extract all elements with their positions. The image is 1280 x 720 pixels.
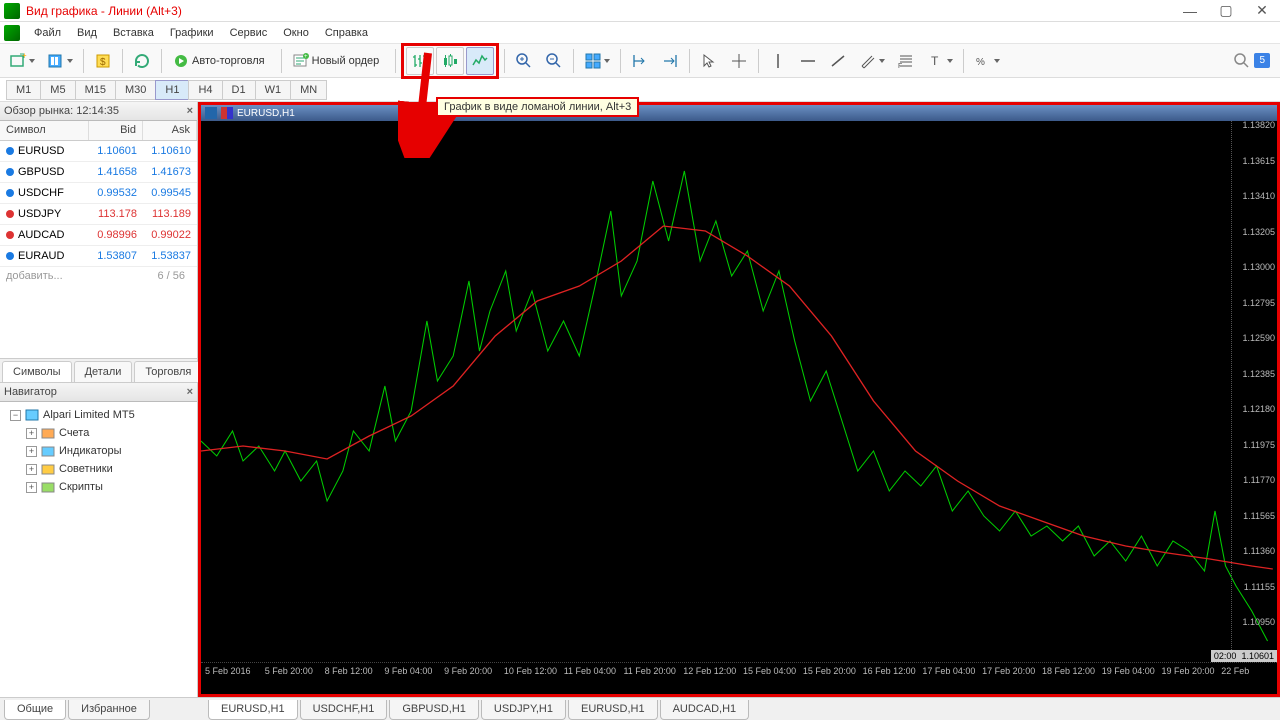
- symbol-row-usdchf[interactable]: USDCHF0.995320.99545: [0, 183, 197, 204]
- mw-tab-1[interactable]: Детали: [74, 361, 133, 382]
- new-chart-button[interactable]: +: [4, 47, 40, 75]
- col-ask[interactable]: Ask: [143, 121, 197, 140]
- profiles-button[interactable]: [42, 47, 78, 75]
- mw-tab-2[interactable]: Торговля: [134, 361, 202, 382]
- svg-text:T: T: [931, 54, 939, 68]
- menu-charts[interactable]: Графики: [162, 24, 222, 42]
- menu-tools[interactable]: Сервис: [222, 24, 276, 42]
- svg-text:+: +: [22, 52, 27, 60]
- col-symbol[interactable]: Символ: [0, 121, 89, 140]
- line-chart-button[interactable]: [466, 47, 494, 75]
- symbol-count: 6 / 56: [157, 270, 191, 285]
- nav-root[interactable]: − Alpari Limited MT5: [4, 406, 193, 424]
- navigator-panel: Навигатор × − Alpari Limited MT5 +Счета+…: [0, 382, 197, 697]
- vertical-line-button[interactable]: [764, 47, 792, 75]
- chart-canvas[interactable]: 1.138201.136151.134101.132051.130001.127…: [201, 121, 1277, 662]
- trend-line-button[interactable]: [824, 47, 852, 75]
- auto-trading-button[interactable]: Авто-торговля: [167, 47, 276, 75]
- menu-window[interactable]: Окно: [275, 24, 317, 42]
- maximize-button[interactable]: ▢: [1208, 0, 1244, 22]
- fibonacci-button[interactable]: F: [892, 47, 920, 75]
- window-title: Вид графика - Линии (Alt+3): [24, 4, 1172, 18]
- cursor-button[interactable]: [695, 47, 723, 75]
- timeframe-mn[interactable]: MN: [290, 80, 327, 100]
- menu-insert[interactable]: Вставка: [105, 24, 162, 42]
- menu-file[interactable]: Файл: [26, 24, 69, 42]
- app-icon: [4, 3, 20, 19]
- symbol-row-eurusd[interactable]: EURUSD1.106011.10610: [0, 141, 197, 162]
- chart-tab-1[interactable]: USDCHF,H1: [300, 700, 388, 720]
- chart-tab-0[interactable]: EURUSD,H1: [208, 700, 298, 720]
- price-tag: 1.10601: [1241, 651, 1274, 661]
- x-axis: 5 Feb 20165 Feb 20:008 Feb 12:009 Feb 04…: [201, 662, 1277, 678]
- nav-item-0[interactable]: +Счета: [4, 424, 193, 442]
- timeframe-w1[interactable]: W1: [255, 80, 292, 100]
- tooltip: График в виде ломаной линии, Alt+3: [436, 97, 639, 117]
- app-icon: [4, 25, 20, 41]
- chart-window: EURUSD,H1 1.138201.136151.134101.132051.…: [198, 102, 1280, 697]
- svg-text:F: F: [898, 63, 902, 70]
- toolbar: + $ Авто-торговля +Новый ордер F T % 5: [0, 44, 1280, 78]
- time-tag: 02:00: [1214, 651, 1237, 661]
- text-label-button[interactable]: T: [922, 47, 958, 75]
- nav-bottom-tab-0[interactable]: Общие: [4, 700, 66, 720]
- horizontal-line-button[interactable]: [794, 47, 822, 75]
- zoom-out-button[interactable]: [540, 47, 568, 75]
- new-order-button[interactable]: +Новый ордер: [287, 47, 391, 75]
- svg-text:$: $: [100, 57, 106, 68]
- market-watch-button[interactable]: $: [89, 47, 117, 75]
- timeframe-m15[interactable]: M15: [75, 80, 116, 100]
- bottom-tab-bar: ОбщиеИзбранное EURUSD,H1USDCHF,H1GBPUSD,…: [0, 697, 1280, 720]
- menu-help[interactable]: Справка: [317, 24, 376, 42]
- nav-item-1[interactable]: +Индикаторы: [4, 442, 193, 460]
- symbol-row-usdjpy[interactable]: USDJPY113.178113.189: [0, 204, 197, 225]
- navigator-title: Навигатор: [4, 386, 57, 398]
- symbol-row-euraud[interactable]: EURAUD1.538071.53837: [0, 246, 197, 267]
- close-panel-icon[interactable]: ×: [187, 386, 193, 398]
- timeframe-d1[interactable]: D1: [222, 80, 256, 100]
- refresh-button[interactable]: [128, 47, 156, 75]
- menu-view[interactable]: Вид: [69, 24, 105, 42]
- close-button[interactable]: ✕: [1244, 0, 1280, 22]
- auto-scroll-button[interactable]: [656, 47, 684, 75]
- timeframe-h1[interactable]: H1: [155, 80, 189, 100]
- timeframe-h4[interactable]: H4: [188, 80, 222, 100]
- market-watch-panel: Обзор рынка: 12:14:35 × Символ Bid Ask E…: [0, 102, 197, 382]
- tile-windows-button[interactable]: [579, 47, 615, 75]
- shift-end-button[interactable]: [626, 47, 654, 75]
- minimize-button[interactable]: —: [1172, 0, 1208, 22]
- symbol-row-audcad[interactable]: AUDCAD0.989960.99022: [0, 225, 197, 246]
- symbol-row-gbpusd[interactable]: GBPUSD1.416581.41673: [0, 162, 197, 183]
- notification-badge[interactable]: 5: [1254, 53, 1270, 68]
- objects-button[interactable]: %: [969, 47, 1005, 75]
- market-watch-time: 12:14:35: [76, 105, 119, 117]
- nav-bottom-tab-1[interactable]: Избранное: [68, 700, 150, 720]
- col-bid[interactable]: Bid: [89, 121, 143, 140]
- chart-title: EURUSD,H1: [237, 108, 295, 119]
- mw-tab-0[interactable]: Символы: [2, 361, 72, 382]
- chart-tab-2[interactable]: GBPUSD,H1: [389, 700, 479, 720]
- timeframe-m5[interactable]: M5: [40, 80, 75, 100]
- svg-text:%: %: [976, 57, 985, 68]
- nav-item-2[interactable]: +Советники: [4, 460, 193, 478]
- search-icon[interactable]: [1233, 52, 1251, 70]
- timeframe-bar: M1M5M15M30H1H4D1W1MN: [0, 78, 1280, 102]
- timeframe-m1[interactable]: M1: [6, 80, 41, 100]
- chart-tab-3[interactable]: USDJPY,H1: [481, 700, 566, 720]
- market-watch-title: Обзор рынка:: [4, 105, 73, 117]
- nav-item-3[interactable]: +Скрипты: [4, 478, 193, 496]
- timeframe-m30[interactable]: M30: [115, 80, 156, 100]
- equidistant-button[interactable]: [854, 47, 890, 75]
- chart-title-bar[interactable]: EURUSD,H1: [201, 105, 1277, 121]
- add-symbol-label[interactable]: добавить...: [6, 270, 63, 285]
- chart-tab-4[interactable]: EURUSD,H1: [568, 700, 658, 720]
- svg-text:+: +: [304, 54, 308, 60]
- title-bar: Вид графика - Линии (Alt+3) — ▢ ✕: [0, 0, 1280, 22]
- chart-tab-5[interactable]: AUDCAD,H1: [660, 700, 750, 720]
- zoom-in-button[interactable]: [510, 47, 538, 75]
- menu-bar: Файл Вид Вставка Графики Сервис Окно Спр…: [0, 22, 1280, 44]
- close-panel-icon[interactable]: ×: [187, 105, 193, 117]
- crosshair-button[interactable]: [725, 47, 753, 75]
